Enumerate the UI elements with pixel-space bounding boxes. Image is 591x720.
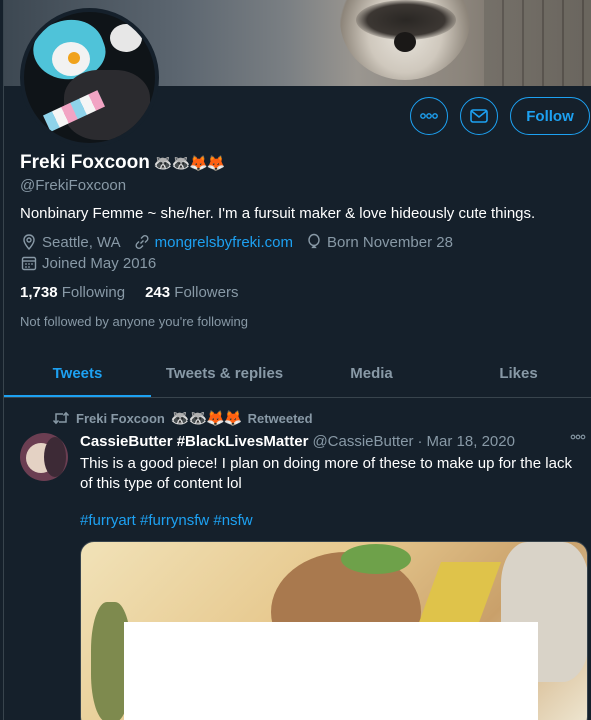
profile-handle: @FrekiFoxcoon <box>20 177 127 194</box>
profile-meta-row-2: Joined May 2016 <box>20 254 156 272</box>
retweeter-emoji: 🦝🦝🦊🦊 <box>170 410 243 427</box>
profile-meta-row-1: Seattle, WA mongrelsbyfreki.com Born Nov… <box>20 233 453 251</box>
profile-display-name: Freki Foxcoon 🦝🦝🦊🦊 <box>20 152 226 173</box>
message-button[interactable] <box>460 97 498 135</box>
retweeter-name[interactable]: Freki Foxcoon <box>76 411 165 426</box>
profile-column: Follow Freki Foxcoon 🦝🦝🦊🦊 @FrekiFoxcoon … <box>3 0 591 720</box>
balloon-icon <box>308 233 320 249</box>
tab-tweets[interactable]: Tweets <box>4 350 151 397</box>
tweet-text: This is a good piece! I plan on doing mo… <box>80 455 572 492</box>
profile-location: Seattle, WA <box>42 233 121 251</box>
tweet-date[interactable]: Mar 18, 2020 <box>427 433 515 450</box>
tweet-media-image[interactable] <box>80 541 588 720</box>
tweet-header-separator: · <box>417 433 423 450</box>
more-options-button[interactable] <box>410 97 448 135</box>
tweet-hashtags[interactable]: #furryart #furrynsfw #nsfw <box>80 512 253 529</box>
following-stat[interactable]: 1,738 Following <box>20 284 125 301</box>
envelope-icon <box>470 109 488 123</box>
location-pin-icon <box>23 234 35 251</box>
profile-stats: 1,738 Following 243 Followers <box>20 284 238 301</box>
more-horizontal-icon <box>570 434 586 440</box>
profile-bio: Nonbinary Femme ~ she/her. I'm a fursuit… <box>20 205 536 222</box>
link-icon <box>135 234 149 250</box>
followers-stat[interactable]: 243 Followers <box>145 284 238 301</box>
profile-website-link[interactable]: mongrelsbyfreki.com <box>155 234 293 251</box>
profile-tabs: Tweets Tweets & replies Media Likes <box>4 350 591 398</box>
more-horizontal-icon <box>420 113 438 119</box>
profile-birthday: Born November 28 <box>327 233 453 251</box>
tweet-header: CassieButter #BlackLivesMatter @CassieBu… <box>80 433 515 450</box>
censor-overlay <box>124 622 538 720</box>
follow-button[interactable]: Follow <box>510 97 590 135</box>
not-followed-notice: Not followed by anyone you're following <box>20 314 248 329</box>
tweet-author-handle[interactable]: @CassieButter <box>312 433 413 450</box>
tab-media[interactable]: Media <box>298 350 445 397</box>
tab-tweets-and-replies[interactable]: Tweets & replies <box>151 350 298 397</box>
calendar-icon <box>21 256 37 271</box>
name-emoji: 🦝🦝🦊🦊 <box>153 155 226 172</box>
tweet-more-button[interactable] <box>570 434 586 440</box>
tweet-author-avatar[interactable] <box>20 433 68 481</box>
retweet-context: Freki Foxcoon 🦝🦝🦊🦊 Retweeted <box>52 409 313 427</box>
retweet-icon <box>52 411 70 425</box>
tweet-author-name[interactable]: CassieButter #BlackLivesMatter <box>80 433 308 450</box>
tab-likes[interactable]: Likes <box>445 350 591 397</box>
retweet-suffix: Retweeted <box>247 410 313 426</box>
profile-joined-date: Joined May 2016 <box>42 254 157 272</box>
profile-avatar[interactable] <box>20 8 159 147</box>
